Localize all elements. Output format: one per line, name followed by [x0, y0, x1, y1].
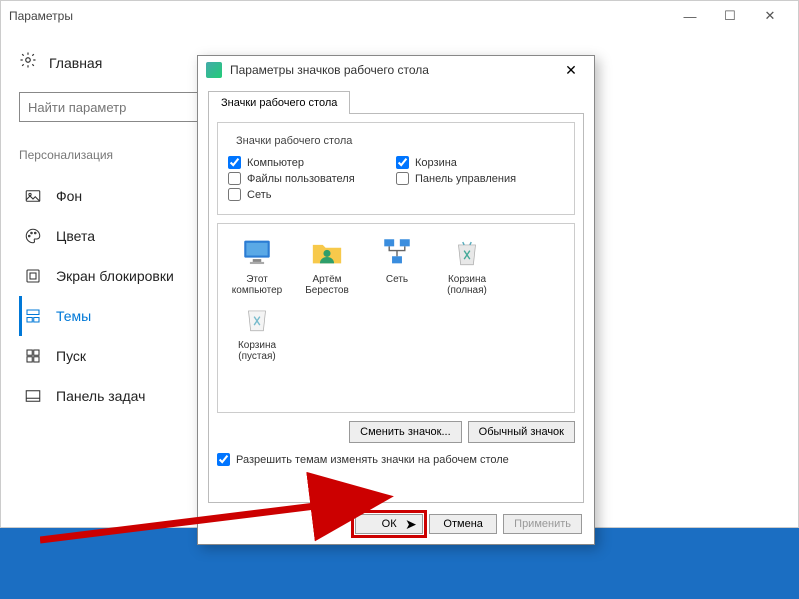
network-icon	[379, 234, 415, 270]
nav-label: Фон	[56, 188, 82, 204]
icons-fieldset: Значки рабочего стола Компьютер Файлы по…	[217, 122, 575, 215]
allow-themes-check[interactable]: Разрешить темам изменять значки на рабоч…	[217, 453, 575, 466]
computer-icon	[239, 234, 275, 270]
window-controls: — ☐ ✕	[670, 1, 790, 31]
gear-icon	[19, 51, 37, 74]
nav-label: Пуск	[56, 348, 86, 364]
lockscreen-icon	[24, 267, 42, 285]
nav-label: Панель задач	[56, 388, 145, 404]
tab-desktop-icons[interactable]: Значки рабочего стола	[208, 91, 350, 114]
minimize-button[interactable]: —	[670, 1, 710, 31]
check-computer[interactable]: Компьютер	[228, 156, 396, 169]
check-recycle[interactable]: Корзина	[396, 156, 564, 169]
fieldset-title: Значки рабочего стола	[232, 135, 356, 147]
check-cpanel[interactable]: Панель управления	[396, 172, 564, 185]
nav-label: Экран блокировки	[56, 268, 174, 284]
maximize-button[interactable]: ☐	[710, 1, 750, 31]
check-network[interactable]: Сеть	[228, 188, 396, 201]
default-icon-button[interactable]: Обычный значок	[468, 421, 575, 443]
close-button[interactable]: ✕	[750, 1, 790, 31]
palette-icon	[24, 227, 42, 245]
nav-label: Цвета	[56, 228, 95, 244]
nav-label: Темы	[56, 308, 91, 324]
desktop-icons-dialog: Параметры значков рабочего стола ✕ Значк…	[197, 55, 595, 545]
dialog-icon	[206, 62, 222, 78]
dialog-titlebar: Параметры значков рабочего стола ✕	[198, 56, 594, 84]
recycle-empty-icon	[239, 300, 275, 336]
search-input[interactable]	[19, 92, 214, 122]
change-icon-button[interactable]: Сменить значок...	[349, 421, 462, 443]
taskbar-icon	[24, 387, 42, 405]
recycle-full-icon	[449, 234, 485, 270]
home-label: Главная	[49, 55, 102, 71]
icon-bin-full[interactable]: Корзина (полная)	[434, 234, 500, 296]
ok-button[interactable]: ОК	[355, 514, 423, 534]
settings-titlebar: Параметры — ☐ ✕	[1, 1, 798, 31]
cancel-button[interactable]: Отмена	[429, 514, 497, 534]
tab-pane: Значки рабочего стола Компьютер Файлы по…	[208, 113, 584, 503]
check-userfiles[interactable]: Файлы пользователя	[228, 172, 396, 185]
icon-bin-empty[interactable]: Корзина (пустая)	[224, 300, 290, 362]
themes-icon	[24, 307, 42, 325]
icon-this-pc[interactable]: Этот компьютер	[224, 234, 290, 296]
user-folder-icon	[309, 234, 345, 270]
picture-icon	[24, 187, 42, 205]
icon-network[interactable]: Сеть	[364, 234, 430, 296]
settings-title: Параметры	[9, 9, 73, 23]
dialog-footer: ОК Отмена Применить	[355, 514, 582, 534]
dialog-title: Параметры значков рабочего стола	[230, 63, 429, 77]
apply-button[interactable]: Применить	[503, 514, 582, 534]
start-icon	[24, 347, 42, 365]
icon-user[interactable]: Артём Берестов	[294, 234, 360, 296]
icon-preview-box: Этот компьютер Артём Берестов Сеть	[217, 223, 575, 413]
dialog-close-button[interactable]: ✕	[556, 62, 586, 79]
